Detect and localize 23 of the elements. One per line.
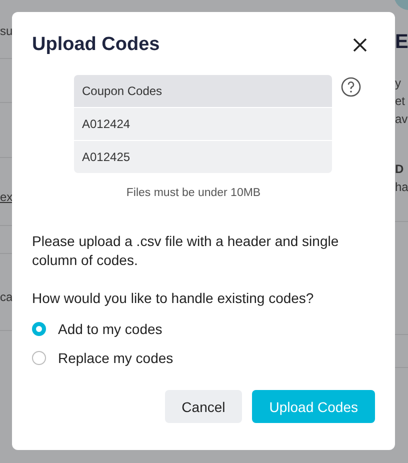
table-cell: A012424 xyxy=(74,108,332,140)
background-text: ca xyxy=(0,290,13,305)
cancel-button[interactable]: Cancel xyxy=(164,390,242,423)
table-cell: A012425 xyxy=(74,141,332,173)
background-text: ha xyxy=(395,180,408,195)
radio-label[interactable]: Add to my codes xyxy=(58,321,162,337)
radio-button[interactable] xyxy=(32,322,46,336)
close-icon[interactable] xyxy=(353,38,367,52)
table-header: Coupon Codes xyxy=(74,75,332,107)
question-text: How would you like to handle existing codes? xyxy=(32,289,315,308)
radio-label[interactable]: Replace my codes xyxy=(58,350,174,366)
background-text: D xyxy=(395,162,404,177)
background-text: et xyxy=(395,94,406,109)
link[interactable]: ex xyxy=(0,190,13,205)
file-size-note: Files must be under 10MB xyxy=(125,187,262,199)
background-heading: E xyxy=(395,30,408,54)
radio-button[interactable] xyxy=(32,351,46,365)
background-text: av xyxy=(395,112,408,127)
background-text: su xyxy=(0,24,13,39)
instructions-text: Please upload a .csv file with a header and single column of codes. xyxy=(32,232,340,270)
dialog-title: Upload Codes xyxy=(32,34,160,56)
help-icon[interactable] xyxy=(341,77,361,97)
background-text: y xyxy=(395,76,401,91)
